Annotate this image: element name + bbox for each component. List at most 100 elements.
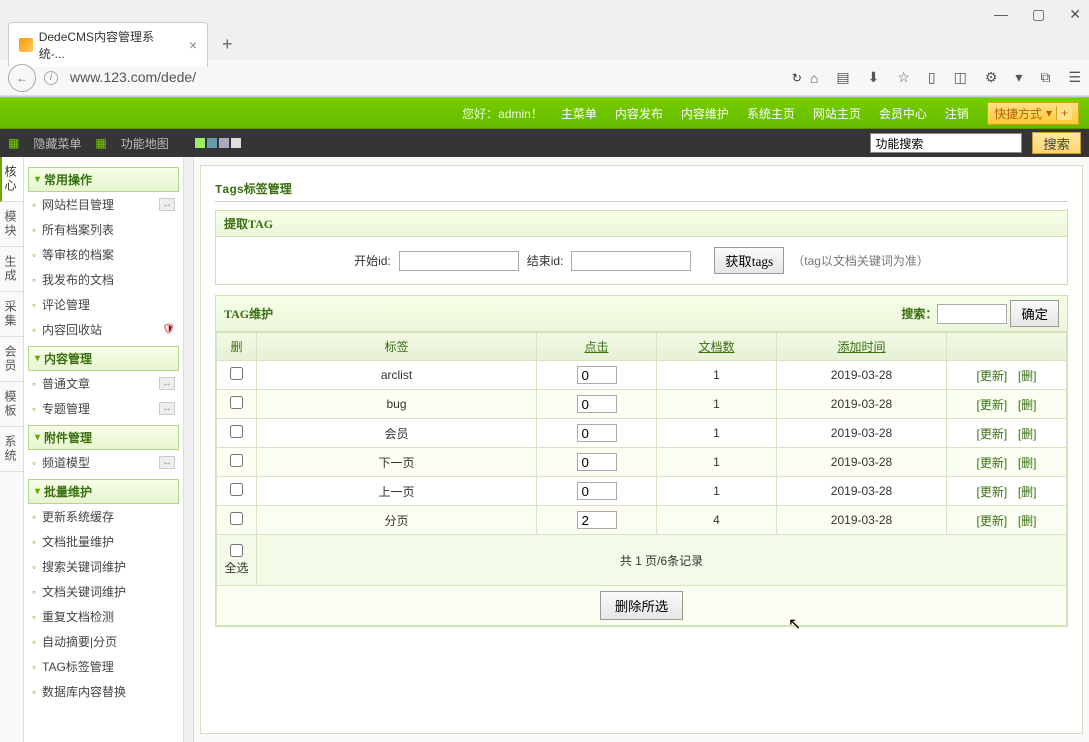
side-tab-core[interactable]: 核心 (0, 157, 23, 202)
sidebar-item[interactable]: 更新系统缓存 (28, 504, 179, 529)
new-tab-button[interactable]: + (222, 34, 233, 55)
sidebar-item[interactable]: 文档批量维护 (28, 529, 179, 554)
theme-chip-blue[interactable] (207, 138, 217, 148)
clipboard-icon[interactable]: ▯ (928, 69, 936, 86)
delete-link[interactable]: [删] (1018, 427, 1037, 441)
row-checkbox[interactable] (230, 367, 243, 380)
sidebar-item[interactable]: 我发布的文档 (28, 267, 179, 292)
row-checkbox[interactable] (230, 396, 243, 409)
end-id-input[interactable] (571, 251, 691, 271)
col-click-sort[interactable]: 点击 (584, 340, 608, 354)
sidebar-item[interactable]: 搜索关键词维护 (28, 554, 179, 579)
browser-tab-active[interactable]: DedeCMS内容管理系统-... × (8, 22, 208, 67)
menu-logout[interactable]: 注销 (945, 105, 969, 122)
crop-icon[interactable]: ⧉ (1040, 69, 1050, 86)
sidebar-item[interactable]: 等审核的档案 (28, 242, 179, 267)
row-checkbox[interactable] (230, 512, 243, 525)
theme-chip-green[interactable] (195, 138, 205, 148)
site-info-icon[interactable]: i (44, 71, 58, 85)
home-icon[interactable]: ⌂ (810, 70, 818, 86)
nav-group-head[interactable]: 内容管理 (28, 346, 179, 371)
menu-member[interactable]: 会员中心 (879, 105, 927, 122)
menu-main[interactable]: 主菜单 (561, 105, 597, 122)
tab-close-icon[interactable]: × (189, 37, 197, 53)
expand-icon[interactable]: ↔ (159, 377, 175, 390)
update-link[interactable]: [更新] (976, 369, 1007, 383)
confirm-button[interactable]: 确定 (1010, 300, 1059, 327)
theme-chip-light[interactable] (231, 138, 241, 148)
click-input[interactable] (577, 366, 617, 384)
col-time-sort[interactable]: 添加时间 (837, 340, 885, 354)
windows-icon[interactable]: ◫ (954, 69, 967, 86)
close-icon[interactable]: ✕ (1069, 6, 1081, 23)
delete-link[interactable]: [删] (1018, 514, 1037, 528)
extension-icon[interactable]: ⚙ (985, 69, 998, 86)
expand-icon[interactable]: ↔ (159, 198, 175, 211)
hide-menu-link[interactable]: 隐藏菜单 (33, 135, 81, 152)
click-input[interactable] (577, 395, 617, 413)
tag-search-input[interactable] (937, 304, 1007, 324)
maximize-icon[interactable]: ▢ (1032, 6, 1045, 23)
sidebar-item[interactable]: 重复文档检测 (28, 604, 179, 629)
click-input[interactable] (577, 511, 617, 529)
side-tab-template[interactable]: 模板 (0, 382, 23, 427)
delete-link[interactable]: [删] (1018, 369, 1037, 383)
sidebar-item[interactable]: 网站栏目管理↔ (28, 192, 179, 217)
sidebar-item[interactable]: 专题管理↔ (28, 396, 179, 421)
row-checkbox[interactable] (230, 454, 243, 467)
menu-maintain[interactable]: 内容维护 (681, 105, 729, 122)
update-link[interactable]: [更新] (976, 485, 1007, 499)
delete-selected-button[interactable]: 删除所选 (600, 591, 683, 620)
update-link[interactable]: [更新] (976, 456, 1007, 470)
click-input[interactable] (577, 424, 617, 442)
side-tab-system[interactable]: 系统 (0, 427, 23, 472)
sidebar-item[interactable]: 频道模型↔ (28, 450, 179, 475)
fetch-tags-button[interactable]: 获取tags (714, 247, 784, 274)
click-input[interactable] (577, 453, 617, 471)
nav-group-head[interactable]: 批量维护 (28, 479, 179, 504)
sidebar-item[interactable]: 文档关键词维护 (28, 579, 179, 604)
sidebar-item[interactable]: 自动摘要|分页 (28, 629, 179, 654)
quick-plus-button[interactable]: + (1056, 106, 1072, 120)
sidebar-item[interactable]: 普通文章↔ (28, 371, 179, 396)
sidebar-item[interactable]: TAG标签管理 (28, 654, 179, 679)
row-checkbox[interactable] (230, 483, 243, 496)
sidebar-item[interactable]: 内容回收站🛡 (28, 317, 179, 342)
delete-link[interactable]: [删] (1018, 398, 1037, 412)
back-button[interactable]: ← (8, 64, 36, 92)
bookmark-icon[interactable]: ☆ (897, 69, 910, 86)
side-tab-collect[interactable]: 采集 (0, 292, 23, 337)
downloads-icon[interactable]: ⬇ (868, 69, 880, 86)
update-link[interactable]: [更新] (976, 398, 1007, 412)
side-tab-member[interactable]: 会员 (0, 337, 23, 382)
chevron-down-icon[interactable]: ▾ (1015, 69, 1022, 86)
reload-icon[interactable]: ↻ (792, 71, 802, 85)
expand-icon[interactable]: ↔ (159, 456, 175, 469)
delete-link[interactable]: [删] (1018, 456, 1037, 470)
sitemap-link[interactable]: 功能地图 (121, 135, 169, 152)
menu-icon[interactable]: ☰ (1068, 69, 1081, 86)
function-search-button[interactable]: 搜索 (1032, 132, 1081, 154)
minimize-icon[interactable]: — (994, 6, 1008, 22)
start-id-input[interactable] (399, 251, 519, 271)
quick-shortcut-button[interactable]: 快捷方式 ▾ + (987, 102, 1079, 125)
reader-icon[interactable]: ▤ (836, 69, 849, 86)
delete-link[interactable]: [删] (1018, 485, 1037, 499)
sidebar-item[interactable]: 评论管理 (28, 292, 179, 317)
row-checkbox[interactable] (230, 425, 243, 438)
update-link[interactable]: [更新] (976, 514, 1007, 528)
address-bar[interactable] (70, 69, 784, 86)
menu-publish[interactable]: 内容发布 (615, 105, 663, 122)
sidebar-item[interactable]: 数据库内容替换 (28, 679, 179, 704)
url-input[interactable] (70, 69, 784, 85)
function-search-input[interactable] (871, 134, 1021, 152)
menu-system-home[interactable]: 系统主页 (747, 105, 795, 122)
side-tab-module[interactable]: 模块 (0, 202, 23, 247)
sidebar-item[interactable]: 所有档案列表 (28, 217, 179, 242)
side-tab-generate[interactable]: 生成 (0, 247, 23, 292)
click-input[interactable] (577, 482, 617, 500)
nav-group-head[interactable]: 附件管理 (28, 425, 179, 450)
nav-group-head[interactable]: 常用操作 (28, 167, 179, 192)
expand-icon[interactable]: ↔ (159, 402, 175, 415)
menu-site-home[interactable]: 网站主页 (813, 105, 861, 122)
